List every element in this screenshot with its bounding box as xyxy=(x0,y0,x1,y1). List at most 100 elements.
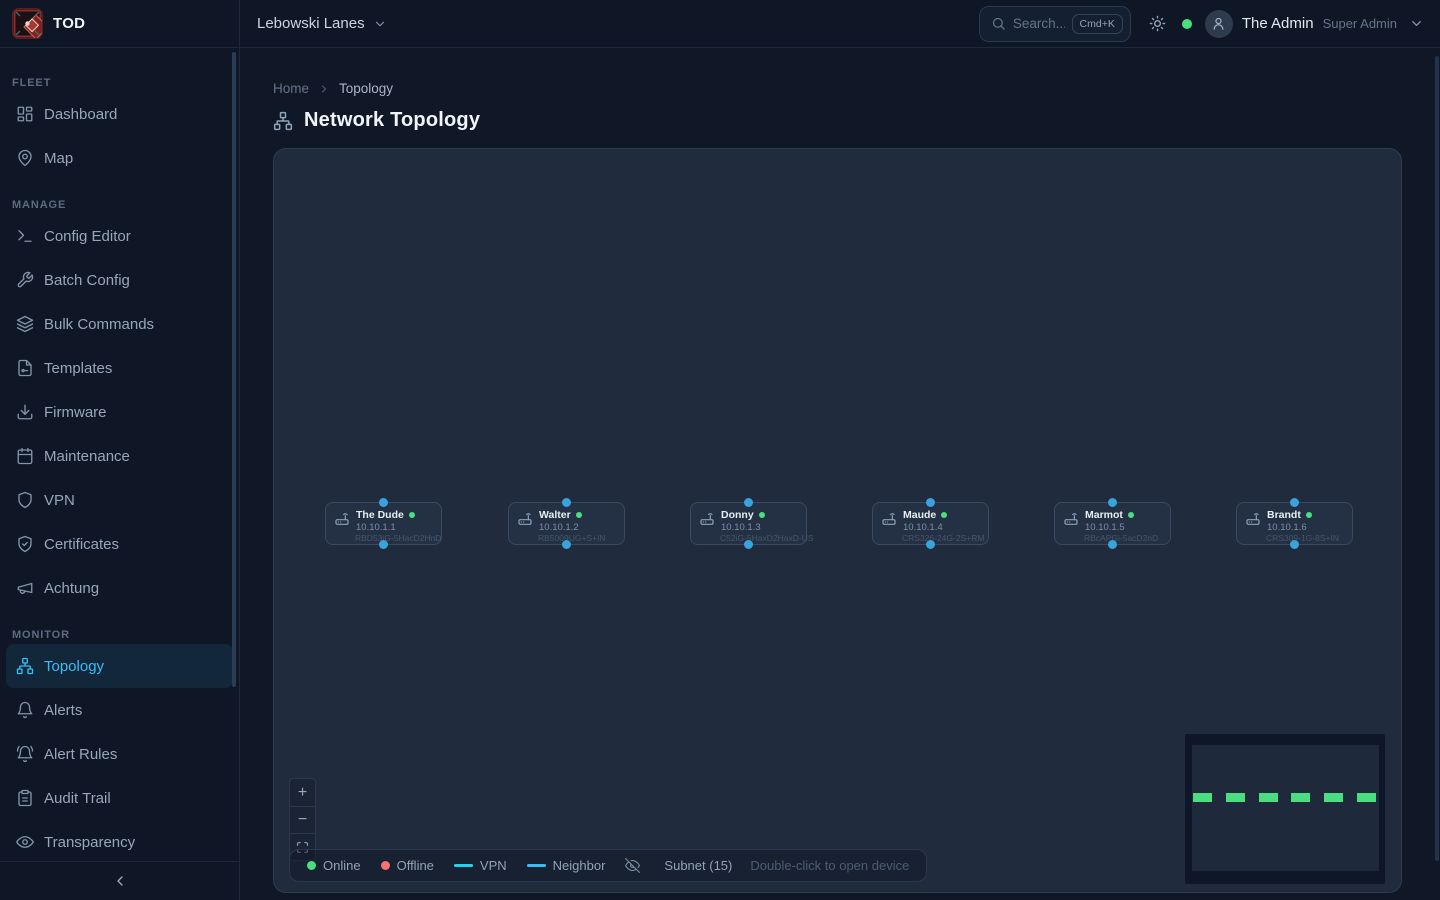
router-icon xyxy=(334,511,350,539)
sidebar-item-achtung[interactable]: Achtung xyxy=(0,566,239,610)
breadcrumb-home[interactable]: Home xyxy=(273,81,309,96)
breadcrumb: Home Topology xyxy=(273,81,1402,96)
section-label: MANAGE xyxy=(0,196,239,214)
device-node-marmot[interactable]: Marmot 10.10.1.5 RBcAPGi-5acD2nD xyxy=(1054,502,1171,545)
sidebar-scrollbar[interactable] xyxy=(232,52,236,687)
rug-logo-icon xyxy=(12,8,43,39)
chevron-down-icon xyxy=(373,17,387,31)
sidebar-item-label: VPN xyxy=(44,492,75,509)
eye-off-icon xyxy=(625,858,640,873)
device-node-the-dude[interactable]: The Dude 10.10.1.1 RBD53iG-5HacD2HnD xyxy=(325,502,442,545)
main-content: Home Topology Network Topology The Dude … xyxy=(240,48,1440,900)
sidebar-nav: FLEET Dashboard Map MANAGE Config Editor… xyxy=(0,48,239,864)
device-node-maude[interactable]: Maude 10.10.1.4 CRS326-24G-2S+RM xyxy=(872,502,989,545)
node-handle-top[interactable] xyxy=(1108,498,1117,507)
sidebar-item-label: Dashboard xyxy=(44,106,117,123)
sidebar-item-config-editor[interactable]: Config Editor xyxy=(0,214,239,258)
user-role-badge: Super Admin xyxy=(1323,16,1397,31)
sidebar-item-batch-config[interactable]: Batch Config xyxy=(0,258,239,302)
minimap[interactable] xyxy=(1185,734,1385,884)
legend-neighbor: Neighbor xyxy=(527,858,606,873)
layers-icon xyxy=(16,315,34,333)
vpn-line-swatch xyxy=(454,864,473,867)
node-handle-bottom[interactable] xyxy=(562,540,571,549)
node-handle-top[interactable] xyxy=(562,498,571,507)
top-header: Lebowski Lanes Cmd+K The Admin Super Adm… xyxy=(240,0,1440,48)
user-icon xyxy=(1211,16,1226,31)
network-icon xyxy=(16,657,34,675)
online-status-dot xyxy=(1128,512,1134,518)
node-handle-bottom[interactable] xyxy=(1290,540,1299,549)
org-name: Lebowski Lanes xyxy=(257,15,365,32)
section-label: FLEET xyxy=(0,74,239,92)
sidebar-item-transparency[interactable]: Transparency xyxy=(0,820,239,864)
theme-toggle-button[interactable] xyxy=(1149,15,1166,32)
topology-canvas[interactable]: The Dude 10.10.1.1 RBD53iG-5HacD2HnD Wal… xyxy=(273,148,1402,893)
sidebar-item-label: Map xyxy=(44,150,73,167)
terminal-icon xyxy=(16,227,34,245)
sidebar-item-vpn[interactable]: VPN xyxy=(0,478,239,522)
user-menu-chevron-icon[interactable] xyxy=(1409,16,1424,31)
device-node-walter[interactable]: Walter 10.10.1.2 RB5009UG+S+IN xyxy=(508,502,625,545)
online-status-dot xyxy=(576,512,582,518)
sidebar-item-map[interactable]: Map xyxy=(0,136,239,180)
sidebar-item-maintenance[interactable]: Maintenance xyxy=(0,434,239,478)
org-switcher[interactable]: Lebowski Lanes xyxy=(257,15,387,32)
legend-vpn: VPN xyxy=(454,858,507,873)
offline-dot xyxy=(381,861,390,870)
global-search[interactable]: Cmd+K xyxy=(979,6,1131,42)
router-icon xyxy=(881,511,897,539)
sidebar-item-label: Firmware xyxy=(44,404,107,421)
sidebar-header: TOD xyxy=(0,0,239,48)
breadcrumb-current: Topology xyxy=(339,81,393,96)
online-status-dot xyxy=(409,512,415,518)
node-model: RBD53iG-5HacD2HnD xyxy=(355,533,434,543)
node-handle-bottom[interactable] xyxy=(379,540,388,549)
zoom-in-button[interactable]: + xyxy=(290,779,315,806)
neighbor-line-swatch xyxy=(527,864,546,867)
node-handle-top[interactable] xyxy=(1290,498,1299,507)
avatar[interactable] xyxy=(1205,10,1233,38)
online-status-dot xyxy=(759,512,765,518)
node-name: Walter xyxy=(539,509,571,522)
node-model: CRS326-24G-2S+RM xyxy=(902,533,981,543)
wrench-icon xyxy=(16,271,34,289)
sidebar-item-templates[interactable]: Templates xyxy=(0,346,239,390)
sidebar-collapse-button[interactable] xyxy=(0,861,239,900)
toggle-labels-button[interactable] xyxy=(625,858,640,873)
device-node-brandt[interactable]: Brandt 10.10.1.6 CRS309-1G-8S+IN xyxy=(1236,502,1353,545)
sidebar-item-dashboard[interactable]: Dashboard xyxy=(0,92,239,136)
node-model: RB5009UG+S+IN xyxy=(538,533,606,543)
node-name: The Dude xyxy=(356,509,404,522)
node-handle-bottom[interactable] xyxy=(926,540,935,549)
sidebar-item-topology[interactable]: Topology xyxy=(6,644,233,688)
sidebar-item-firmware[interactable]: Firmware xyxy=(0,390,239,434)
chevron-left-icon xyxy=(112,873,128,889)
page-scrollbar[interactable] xyxy=(1435,56,1439,861)
node-ip: 10.10.1.3 xyxy=(721,522,799,534)
device-node-donny[interactable]: Donny 10.10.1.3 C52iG-5HaxD2HaxD-US xyxy=(690,502,807,545)
node-handle-bottom[interactable] xyxy=(744,540,753,549)
section-label: MONITOR xyxy=(0,626,239,644)
sidebar-item-alerts[interactable]: Alerts xyxy=(0,688,239,732)
topology-legend: Online Offline VPN Neighbor Subnet (15) … xyxy=(289,849,927,882)
node-handle-top[interactable] xyxy=(744,498,753,507)
sidebar-item-certificates[interactable]: Certificates xyxy=(0,522,239,566)
minimap-nodes xyxy=(1193,793,1376,802)
node-ip: 10.10.1.6 xyxy=(1267,522,1339,534)
sidebar-item-audit-trail[interactable]: Audit Trail xyxy=(0,776,239,820)
search-input[interactable] xyxy=(1013,16,1065,31)
legend-offline: Offline xyxy=(381,858,434,873)
zoom-out-button[interactable]: − xyxy=(290,806,315,833)
sidebar-item-bulk-commands[interactable]: Bulk Commands xyxy=(0,302,239,346)
sidebar-item-label: Config Editor xyxy=(44,228,131,245)
online-status-dot xyxy=(941,512,947,518)
dashboard-icon xyxy=(16,105,34,123)
node-handle-top[interactable] xyxy=(926,498,935,507)
node-handle-top[interactable] xyxy=(379,498,388,507)
map-pin-icon xyxy=(16,149,34,167)
sidebar-item-alert-rules[interactable]: Alert Rules xyxy=(0,732,239,776)
node-handle-bottom[interactable] xyxy=(1108,540,1117,549)
node-ip: 10.10.1.2 xyxy=(539,522,606,534)
router-icon xyxy=(699,511,715,539)
